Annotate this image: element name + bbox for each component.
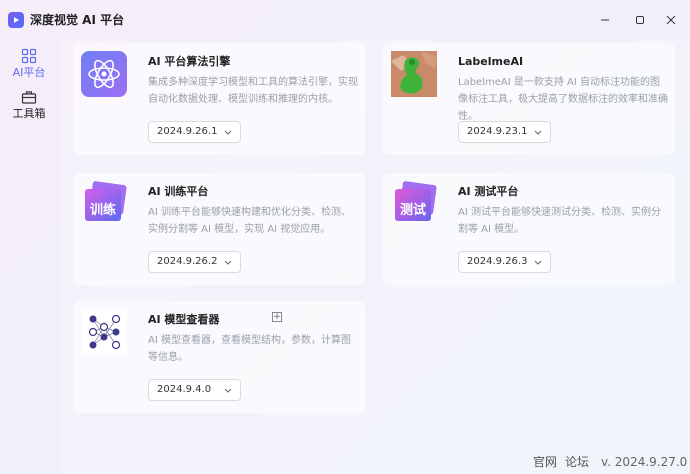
version-dropdown[interactable]: 2024.9.26.2 <box>148 251 241 273</box>
sidebar-item-label: AI平台 <box>12 66 46 79</box>
sidebar-item-toolbox[interactable]: 工具箱 <box>0 89 58 129</box>
minimize-icon <box>601 19 609 21</box>
version-value: 2024.9.4.0 <box>157 384 212 395</box>
app-logo-icon <box>8 12 24 28</box>
grid-icon <box>21 48 37 64</box>
card-description: AI 训练平台能够快速构建和优化分类、检测、实例分割等 AI 模型，实现 AI … <box>148 207 351 235</box>
card-title: AI 模型查看器 <box>148 313 220 326</box>
card-title: AI 训练平台 <box>148 185 209 198</box>
maximize-icon <box>636 16 644 24</box>
train-icon: 训练 <box>81 181 127 227</box>
card-title: AI 测试平台 <box>458 185 519 198</box>
version-value: 2024.9.23.1 <box>467 126 528 137</box>
train-icon-text: 训练 <box>89 203 116 218</box>
sidebar-item-ai-platform[interactable]: AI平台 <box>0 48 58 88</box>
test-icon: 测试 <box>391 181 437 227</box>
card-description: 集成多种深度学习模型和工具的算法引擎，实现自动化数据处理、模型训练和推理的内核。 <box>148 77 358 105</box>
forum-link[interactable]: 论坛 <box>565 455 589 469</box>
version-dropdown[interactable]: 2024.9.26.1 <box>148 121 241 143</box>
app-card-model-viewer[interactable]: AI 模型查看器 + AI 模型查看器，查看模型结构，参数，计算图等信息。 20… <box>73 301 365 413</box>
model-graph-icon <box>81 309 127 355</box>
atom-icon <box>81 51 127 97</box>
official-site-link[interactable]: 官网 <box>533 455 557 469</box>
maximize-button[interactable] <box>630 10 650 30</box>
chevron-down-icon <box>534 130 542 135</box>
close-icon <box>666 15 676 25</box>
version-value: 2024.9.26.1 <box>157 126 218 137</box>
version-value: 2024.9.26.2 <box>157 256 218 267</box>
test-icon-text: 测试 <box>399 203 426 218</box>
chevron-down-icon <box>224 388 232 393</box>
card-description: AI 模型查看器，查看模型结构，参数，计算图等信息。 <box>148 335 351 363</box>
minimize-button[interactable] <box>595 10 615 30</box>
close-button[interactable] <box>661 10 681 30</box>
sidebar-item-label: 工具箱 <box>12 107 46 120</box>
chevron-down-icon <box>224 130 232 135</box>
card-title: AI 平台算法引擎 <box>148 55 231 68</box>
card-description: LabelmeAI 是一款支持 AI 自动标注功能的图像标注工具，极大提高了数据… <box>458 77 668 122</box>
app-card-algorithm-engine[interactable]: AI 平台算法引擎 集成多种深度学习模型和工具的算法引擎，实现自动化数据处理、模… <box>73 43 365 155</box>
labelme-image-icon <box>391 51 437 97</box>
title-bar: 深度视觉 AI 平台 <box>0 0 690 40</box>
add-icon[interactable]: + <box>272 312 282 322</box>
version-value: 2024.9.26.3 <box>467 256 528 267</box>
chevron-down-icon <box>224 260 232 265</box>
sidebar: AI平台 工具箱 <box>0 40 58 474</box>
window-title: 深度视觉 AI 平台 <box>30 13 125 27</box>
app-card-training-platform[interactable]: 训练 AI 训练平台 AI 训练平台能够快速构建和优化分类、检测、实例分割等 A… <box>73 173 365 285</box>
version-dropdown[interactable]: 2024.9.4.0 <box>148 379 241 401</box>
app-version: v. 2024.9.27.0 <box>601 455 688 469</box>
app-card-labelmeai[interactable]: LabelmeAI LabelmeAI 是一款支持 AI 自动标注功能的图像标注… <box>383 43 675 155</box>
card-description: AI 测试平台能够快速测试分类、检测、实例分割等 AI 模型。 <box>458 207 661 235</box>
main-content: AI 平台算法引擎 集成多种深度学习模型和工具的算法引擎，实现自动化数据处理、模… <box>58 40 690 474</box>
toolbox-icon <box>21 91 37 104</box>
version-dropdown[interactable]: 2024.9.26.3 <box>458 251 551 273</box>
app-card-test-platform[interactable]: 测试 AI 测试平台 AI 测试平台能够快速测试分类、检测、实例分割等 AI 模… <box>383 173 675 285</box>
card-title: LabelmeAI <box>458 55 524 68</box>
chevron-down-icon <box>534 260 542 265</box>
version-dropdown[interactable]: 2024.9.23.1 <box>458 121 551 143</box>
